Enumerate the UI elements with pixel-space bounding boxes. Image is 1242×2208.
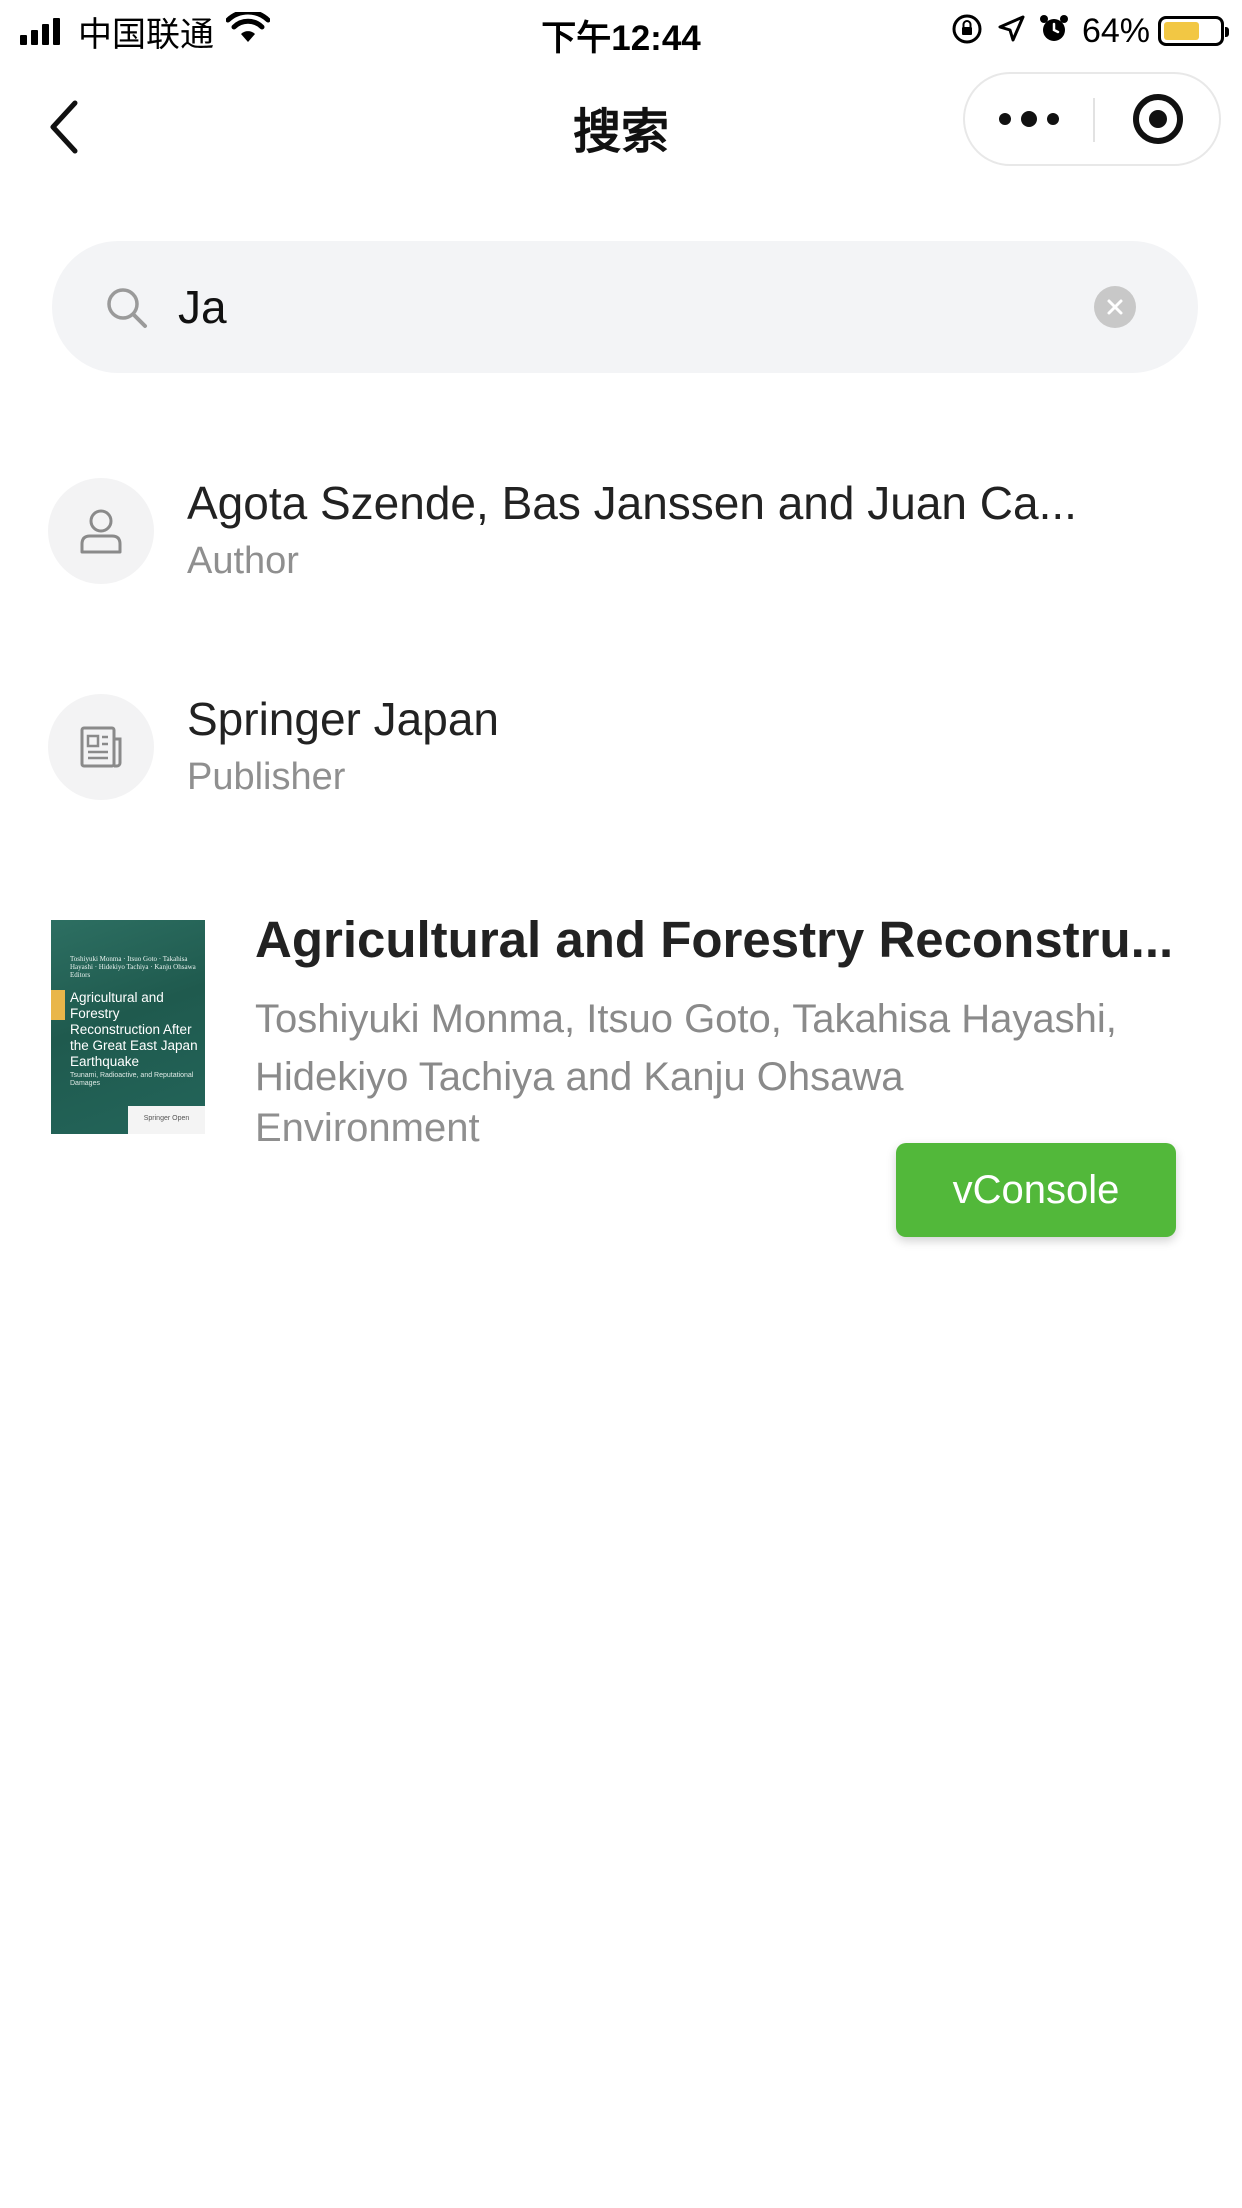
orientation-lock-icon xyxy=(950,12,984,51)
cover-subtitle: Tsunami, Radioactive, and Reputational D… xyxy=(70,1072,194,1087)
alarm-icon xyxy=(1038,13,1070,50)
book-category: Environment xyxy=(255,1106,480,1150)
author-type-label: Author xyxy=(187,540,299,582)
publisher-type-label: Publisher xyxy=(187,756,346,798)
close-target-icon xyxy=(1133,94,1183,144)
search-bar[interactable] xyxy=(52,241,1198,373)
cover-title: Agricultural and Forestry Reconstruction… xyxy=(70,990,198,1069)
search-input[interactable] xyxy=(178,273,1078,341)
location-icon xyxy=(996,14,1026,49)
status-right: 64% xyxy=(938,10,1229,52)
book-authors: Toshiyuki Monma, Itsuo Goto, Takahisa Ha… xyxy=(255,997,1117,1099)
vconsole-button[interactable]: vConsole xyxy=(896,1143,1176,1237)
more-button[interactable] xyxy=(965,74,1093,164)
more-dots-icon xyxy=(999,111,1059,127)
battery-icon xyxy=(1158,16,1229,46)
status-bar: 中国联通 下午12:44 64% xyxy=(0,0,1242,62)
publisher-name: Springer Japan xyxy=(187,693,499,745)
battery-level xyxy=(1164,22,1199,40)
battery-percent: 64% xyxy=(1081,11,1150,50)
cover-editors: Toshiyuki Monma · Itsuo Goto · Takahisa … xyxy=(70,955,196,979)
clear-icon xyxy=(1107,299,1123,315)
cover-footer: Springer Open xyxy=(128,1106,205,1134)
cover-stripe xyxy=(51,990,65,1020)
person-icon xyxy=(48,478,154,584)
mini-program-capsule xyxy=(963,72,1221,166)
clear-button[interactable] xyxy=(1094,286,1136,328)
cover-publisher: Springer Open xyxy=(143,1115,190,1122)
book-title[interactable]: Agricultural and Forestry Reconstru... xyxy=(255,910,1175,969)
result-publisher[interactable]: Springer Japan Publisher xyxy=(0,668,1242,858)
author-name: Agota Szende, Bas Janssen and Juan Ca... xyxy=(187,477,1077,529)
navigation-bar: 搜索 xyxy=(0,62,1242,186)
close-button[interactable] xyxy=(1095,74,1221,164)
newspaper-icon xyxy=(48,694,154,800)
search-icon xyxy=(104,285,150,331)
result-author[interactable]: Agota Szende, Bas Janssen and Juan Ca...… xyxy=(0,450,1242,640)
book-cover[interactable]: Toshiyuki Monma · Itsuo Goto · Takahisa … xyxy=(51,920,205,1134)
